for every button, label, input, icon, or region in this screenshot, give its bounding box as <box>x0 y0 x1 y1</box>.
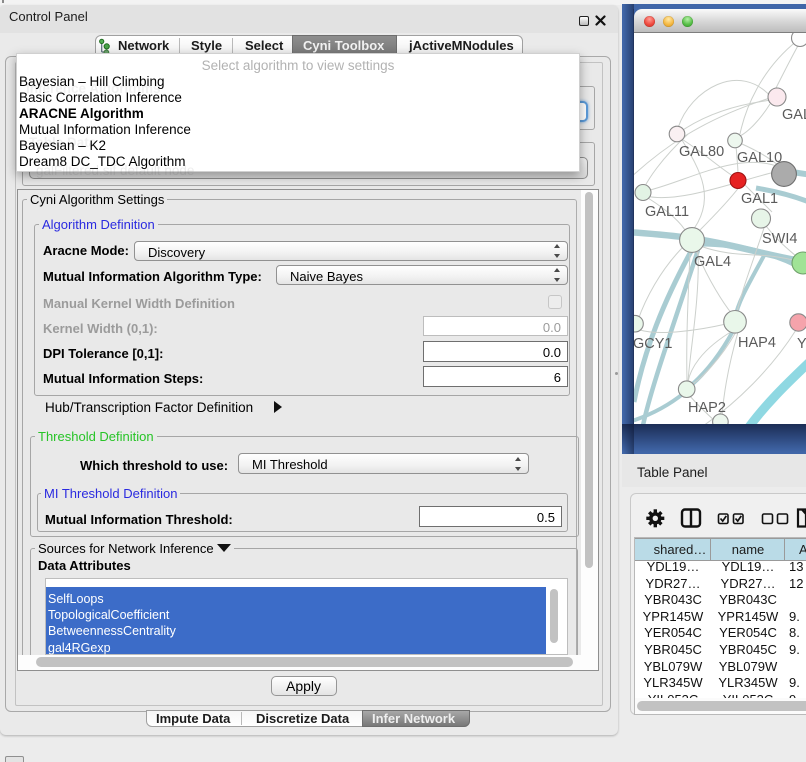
svg-text:GAL: GAL <box>782 107 806 123</box>
svg-text:SWI4: SWI4 <box>762 231 797 247</box>
svg-text:GAL10: GAL10 <box>737 150 782 166</box>
svg-text:GAL11: GAL11 <box>645 204 689 220</box>
svg-text:GAL80: GAL80 <box>679 144 724 160</box>
svg-text:GCY1: GCY1 <box>634 336 673 352</box>
svg-text:GAL4: GAL4 <box>694 254 731 270</box>
svg-text:HAP2: HAP2 <box>688 400 726 416</box>
svg-text:Y: Y <box>797 336 806 352</box>
svg-text:GAL1: GAL1 <box>741 191 778 207</box>
svg-text:HAP4: HAP4 <box>738 335 776 351</box>
